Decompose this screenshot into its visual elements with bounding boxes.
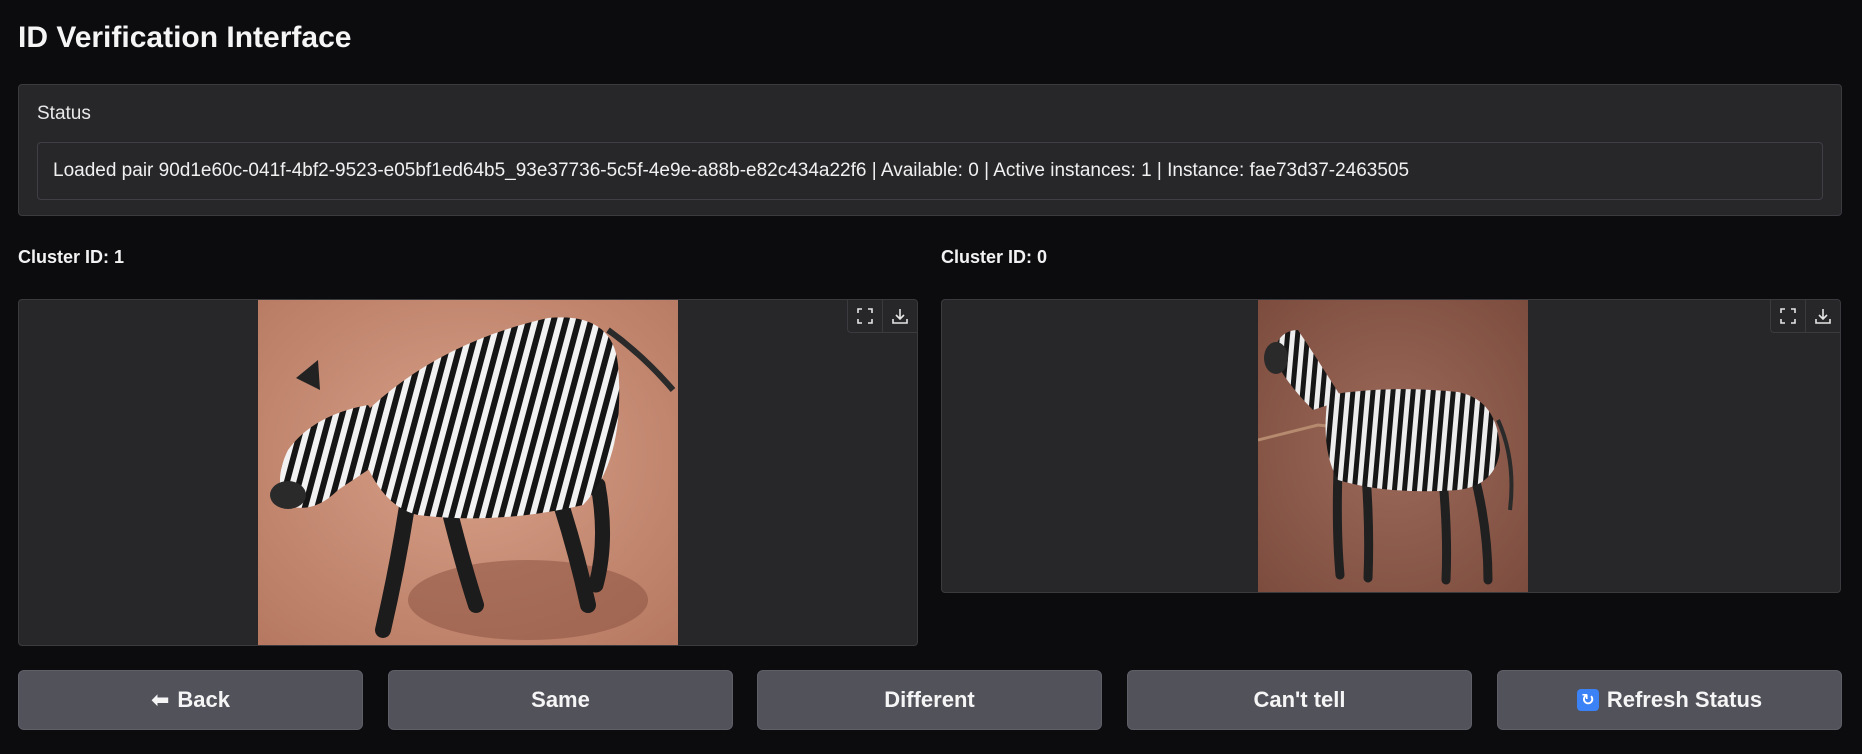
- arrow-left-icon: ⬅: [150, 687, 170, 712]
- back-button[interactable]: ⬅ Back: [18, 670, 363, 730]
- refresh-icon: ↻: [1576, 689, 1599, 711]
- page: ID Verification Interface Status Loaded …: [0, 0, 1862, 754]
- right-zebra-image[interactable]: [1258, 300, 1528, 592]
- action-button-row: ⬅ Back Same Different Can't tell ↻ Refre…: [18, 670, 1842, 730]
- status-label: Status: [37, 103, 91, 124]
- back-button-label: Back: [177, 687, 231, 712]
- right-cluster-label: Cluster ID: 0: [941, 247, 1048, 267]
- left-zebra-image[interactable]: [258, 300, 678, 645]
- left-cluster-label: Cluster ID: 1: [18, 247, 125, 267]
- different-button[interactable]: Different: [757, 670, 1102, 730]
- status-textbox[interactable]: Loaded pair 90d1e60c-041f-4bf2-9523-e05b…: [37, 142, 1823, 200]
- same-button-label: Same: [531, 687, 590, 712]
- refresh-status-button[interactable]: ↻ Refresh Status: [1497, 670, 1842, 730]
- page-title: ID Verification Interface: [18, 21, 352, 54]
- right-image-toolbar: [1770, 300, 1840, 333]
- download-icon[interactable]: [882, 300, 917, 332]
- same-button[interactable]: Same: [388, 670, 733, 730]
- left-image-panel: [18, 299, 918, 646]
- cant-tell-button-label: Can't tell: [1253, 687, 1346, 712]
- status-panel: Status Loaded pair 90d1e60c-041f-4bf2-95…: [18, 84, 1842, 216]
- right-image-panel: [941, 299, 1841, 593]
- download-icon[interactable]: [1805, 300, 1840, 332]
- fullscreen-icon[interactable]: [1771, 300, 1805, 332]
- fullscreen-icon[interactable]: [848, 300, 882, 332]
- left-image-toolbar: [847, 300, 917, 333]
- refresh-status-button-label: Refresh Status: [1606, 687, 1763, 712]
- cant-tell-button[interactable]: Can't tell: [1127, 670, 1472, 730]
- different-button-label: Different: [884, 687, 975, 712]
